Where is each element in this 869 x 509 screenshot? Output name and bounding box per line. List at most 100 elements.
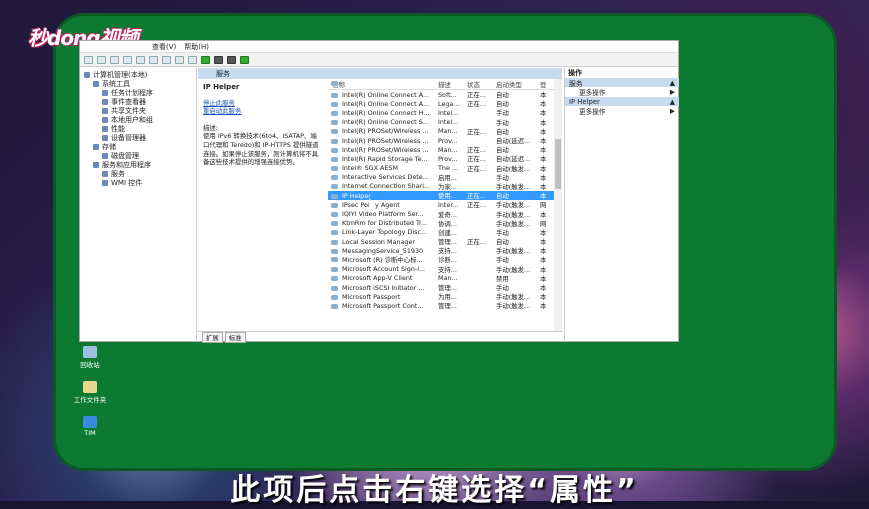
scrollbar-thumb[interactable]: [555, 139, 561, 189]
vertical-scrollbar[interactable]: [554, 79, 562, 331]
service-cell: 本: [540, 210, 547, 219]
desktop-icon-work-folder[interactable]: 工作文件夹: [68, 381, 112, 404]
service-cell: 管理...: [438, 302, 457, 311]
service-row[interactable]: Microsoft Passport 为用... 手动(触发... 本: [328, 292, 562, 301]
service-row[interactable]: Microsoft Passport Cont... 管理... 手动(触发... 本: [328, 301, 562, 310]
service-cell: Intel(R) Online Connect S...: [328, 118, 438, 126]
menu-view[interactable]: 查看(V): [152, 42, 176, 52]
service-row[interactable]: Internet Connection Shari... 为家... 手动(触发..…: [328, 182, 562, 191]
column-logon[interactable]: 登: [540, 79, 554, 89]
service-cell: Man...: [438, 274, 458, 283]
navigation-tree: 计算机管理(本地) 系统工具 任务计划程序 事件查看器 共享文件夹 本地用户和组 性能 设备管…: [80, 68, 197, 342]
desktop-icon-tim[interactable]: TIM: [68, 416, 112, 437]
service-cell: Soft...: [438, 90, 457, 99]
show-tree-icon[interactable]: [123, 55, 132, 64]
service-cell: Intel...: [438, 108, 459, 117]
service-row[interactable]: KtmRm for Distributed Tr... 协调... 手动(触发...…: [328, 219, 562, 228]
service-cell: 正在...: [467, 146, 486, 155]
service-row[interactable]: Link-Layer Topology Disc... 创建... 手动 本: [328, 228, 562, 237]
tree-node[interactable]: 设备管理器: [80, 133, 196, 142]
service-cell: 支持...: [438, 247, 457, 256]
pause-service-icon[interactable]: [227, 55, 236, 64]
tree-node-icon: [93, 80, 99, 87]
tab-standard[interactable]: 标准: [224, 331, 246, 343]
column-startup-type[interactable]: 启动类型: [496, 79, 540, 89]
service-row[interactable]: Intel(R) Online Connect A... Soft... 正在...…: [328, 90, 562, 99]
service-cell: 手动: [496, 256, 509, 265]
desktop-icon-recycle-bin[interactable]: 回收站: [68, 346, 112, 369]
start-service-icon[interactable]: [201, 55, 210, 64]
column-name[interactable]: 名称: [328, 79, 438, 89]
service-cell: 为用...: [438, 293, 457, 302]
service-cell: 手动: [496, 118, 509, 127]
properties-icon[interactable]: [136, 55, 145, 64]
services-rows: Intel(R) Online Connect A... Soft... 正在...…: [328, 90, 562, 311]
back-icon[interactable]: [84, 55, 93, 64]
service-cell: IPsec Policy Agent: [328, 201, 438, 209]
service-cell: Prov...: [438, 136, 458, 145]
tree-node-icon: [102, 125, 108, 132]
service-row[interactable]: Intel(R) Online Connect A... Lega... 正在...…: [328, 99, 562, 108]
service-row[interactable]: MessagingService_51930 支持... 手动(触发... 本: [328, 246, 562, 255]
service-row[interactable]: Intel(R) PROSet/Wireless ... Prov... 自动(延迟…: [328, 136, 562, 145]
service-cell: Microsoft iSCSI Initiator ...: [328, 284, 438, 292]
tree-node[interactable]: 计算机管理(本地): [80, 70, 196, 79]
stop-service-icon[interactable]: [214, 55, 223, 64]
column-description[interactable]: 描述: [438, 79, 467, 89]
service-row[interactable]: Microsoft iSCSI Initiator ... 管理... 手动 本: [328, 283, 562, 292]
actions-more-services[interactable]: 更多操作 ▶: [565, 87, 679, 97]
service-row[interactable]: Microsoft Account Sign-i... 支持... 手动(触发...…: [328, 265, 562, 274]
service-cell: 手动: [496, 228, 509, 237]
service-row[interactable]: Intel® SGX AESM The ... 正在... 自动(触发... 本: [328, 164, 562, 173]
service-row[interactable]: IP Helper 使用... 正在... 自动 本: [328, 191, 562, 201]
service-row[interactable]: Interactive Services Dete... 启用... 手动 本: [328, 173, 562, 182]
actions-more-iphelper[interactable]: 更多操作 ▶: [565, 106, 679, 116]
tree-node[interactable]: 服务和应用程序: [80, 160, 196, 169]
service-cell: 爱奇...: [438, 210, 457, 219]
service-cell: 本: [540, 265, 547, 274]
service-cell: 管理...: [438, 238, 457, 247]
refresh-icon[interactable]: [149, 55, 158, 64]
service-row[interactable]: Intel(R) PROSet/Wireless ... Man... 正在... 自…: [328, 145, 562, 154]
stop-service-link[interactable]: 停止此服务: [203, 99, 323, 108]
service-row[interactable]: Intel(R) PROSet/Wireless ... Man... 正在... 自…: [328, 127, 562, 136]
service-cell: 使用...: [438, 192, 457, 201]
view-icon[interactable]: [188, 55, 197, 64]
service-cell: 创建...: [438, 228, 457, 237]
service-cell: 正在...: [467, 100, 486, 109]
service-row[interactable]: Local Session Manager 管理... 正在... 自动 本: [328, 237, 562, 246]
service-cell: 本: [540, 164, 547, 173]
service-cell: 正在...: [467, 192, 486, 201]
tree-node[interactable]: 本地用户和组: [80, 115, 196, 124]
menu-help[interactable]: 帮助(H): [184, 42, 209, 52]
restart-service-icon[interactable]: [240, 55, 249, 64]
service-cell: Intel(R) Online Connect A...: [328, 100, 438, 108]
service-row[interactable]: Intel(R) Online Connect H... Intel... 手动 本: [328, 108, 562, 117]
service-cell: 禁用: [496, 274, 509, 283]
service-cell: Intel(R) Online Connect A...: [328, 91, 438, 99]
service-cell: 自动: [496, 146, 509, 155]
up-icon[interactable]: [110, 55, 119, 64]
actions-group-iphelper[interactable]: IP Helper ▲: [565, 97, 679, 106]
service-row[interactable]: Microsoft (R) 诊断中心标... 诊断... 手动 本: [328, 255, 562, 264]
service-cell: 正在...: [467, 201, 486, 210]
help-icon[interactable]: [175, 55, 184, 64]
actions-group-services[interactable]: 服务 ▲: [565, 78, 679, 88]
restart-service-link[interactable]: 重启动此服务: [203, 107, 323, 116]
tab-extended[interactable]: 扩展: [202, 331, 223, 343]
tree-node-icon: [102, 134, 108, 141]
service-row[interactable]: Intel(R) Online Connect S... Intel... 手动 本: [328, 118, 562, 127]
service-cell: 本: [540, 173, 547, 182]
service-row[interactable]: Intel(R) Rapid Storage Te... Prov... 正在...…: [328, 154, 562, 163]
service-cell: 手动(触发...: [496, 293, 531, 302]
video-subtitle: 此项后点击右键选择“属性”: [230, 473, 639, 508]
service-cell: Local Session Manager: [328, 238, 438, 246]
service-cell: Microsoft Passport Cont...: [328, 302, 438, 310]
column-status[interactable]: 状态: [467, 79, 496, 89]
service-row[interactable]: IQIYI Video Platform Ser... 爱奇... 手动(触发...…: [328, 209, 562, 219]
service-row[interactable]: Microsoft App-V Client Man... 禁用 本: [328, 274, 562, 283]
service-row[interactable]: IPsec Policy Agent Inter... 正在... 手动(触发... 网: [328, 200, 562, 209]
tree-node[interactable]: WMI 控件: [80, 178, 196, 187]
export-icon[interactable]: [162, 55, 171, 64]
forward-icon[interactable]: [97, 55, 106, 64]
